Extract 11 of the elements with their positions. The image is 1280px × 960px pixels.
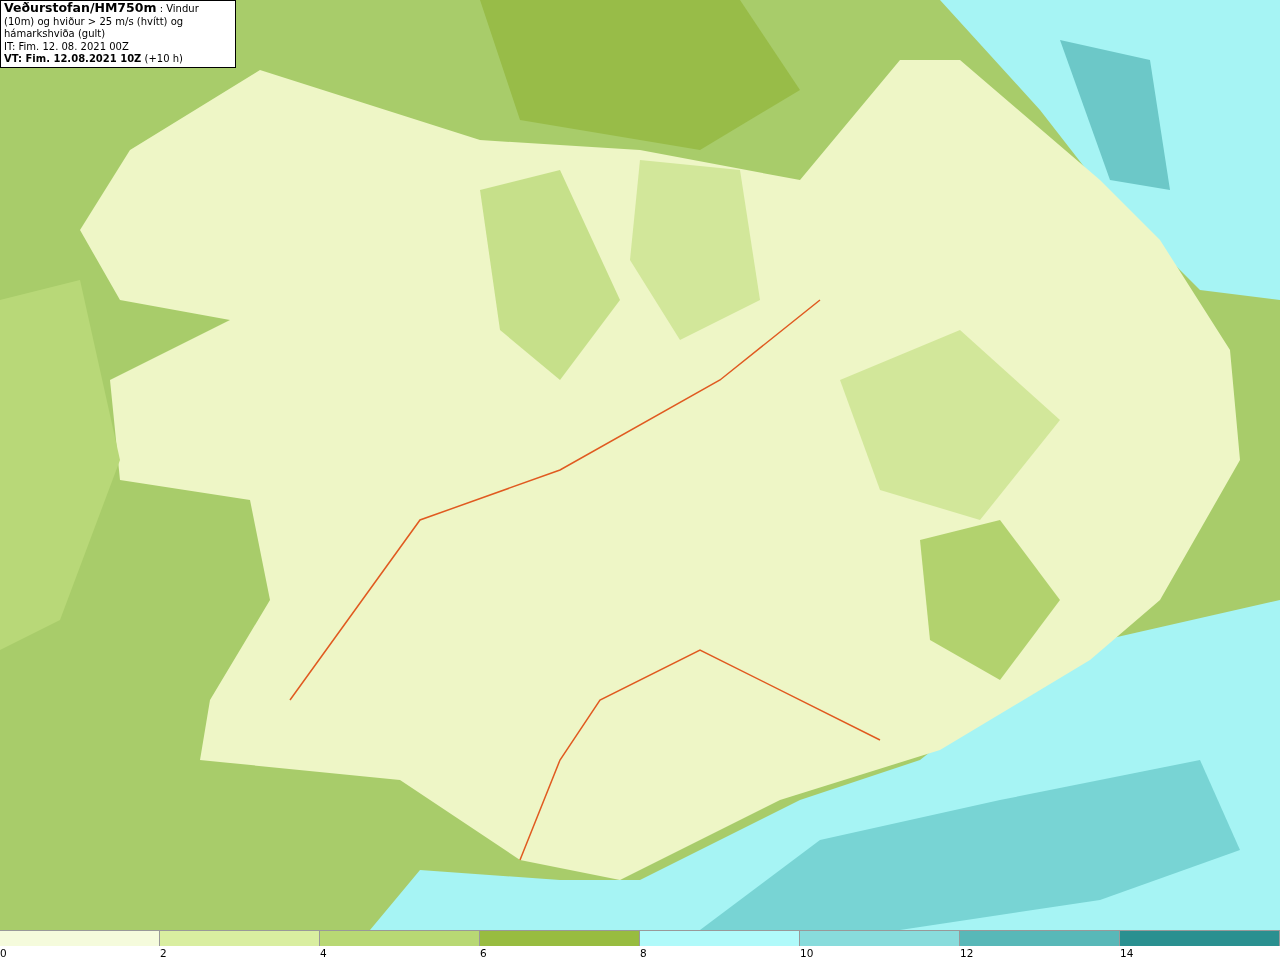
timestamp-text: IT: Fim. 12. 08. 2021 00Z bbox=[4, 40, 130, 53]
legend-label: 0 bbox=[0, 947, 7, 959]
legend-label: 10 bbox=[800, 947, 814, 959]
legend-label: 4 bbox=[320, 947, 327, 959]
legend-label: 14 bbox=[1120, 947, 1134, 959]
timestamp-text: VT: Fim. 12.08.2021 10Z (+10 h) bbox=[4, 53, 184, 66]
legend-label: 2 bbox=[160, 947, 167, 959]
legend-label: 12 bbox=[960, 947, 974, 959]
legend-label: 6 bbox=[480, 947, 487, 959]
legend-label: 8 bbox=[640, 947, 647, 959]
map-title: Veðurstofan/HM750m : Vindur (10m) og hviður > 25 m/s (hvítt) og hámarkshviða (gult) bbox=[4, 2, 200, 41]
